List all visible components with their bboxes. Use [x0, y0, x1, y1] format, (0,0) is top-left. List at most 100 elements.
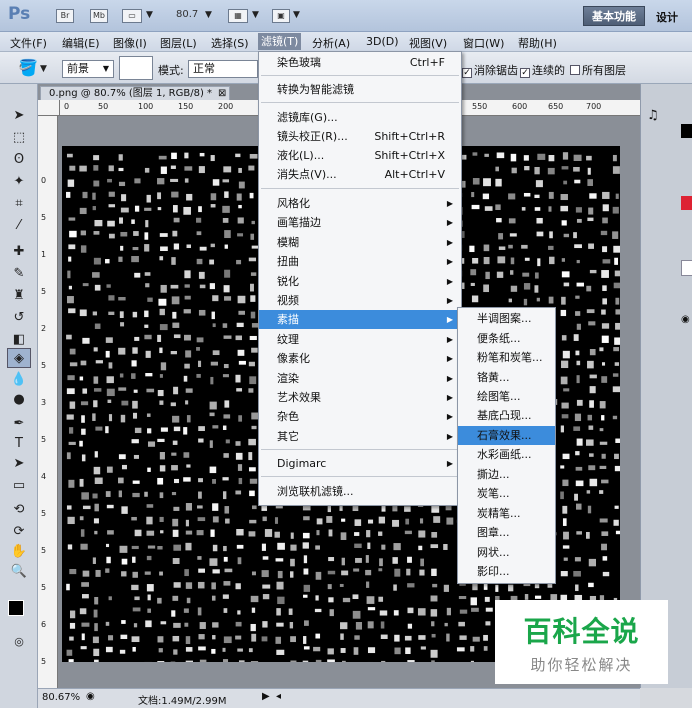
paint-bucket-tool-icon[interactable]: ◈: [7, 348, 31, 368]
submenu-item-chalk-charcoal[interactable]: 粉笔和炭笔...: [458, 348, 555, 367]
move-tool-icon[interactable]: ➤: [7, 106, 31, 126]
close-icon[interactable]: ⊠: [218, 88, 226, 99]
menu-item-digimarc[interactable]: Digimarc ▶: [259, 454, 461, 473]
chevron-down-icon[interactable]: ▼: [40, 64, 47, 74]
menu-edit[interactable]: 编辑(E): [62, 35, 100, 51]
antialias-checkbox[interactable]: ✓ 消除锯齿: [462, 62, 518, 78]
chevron-down-icon[interactable]: ▼: [205, 10, 212, 20]
menu-image[interactable]: 图像(I): [113, 35, 147, 51]
scroll-left-icon[interactable]: ◂: [276, 691, 281, 702]
minibridge-button[interactable]: Mb: [90, 9, 108, 23]
arrange-documents-icon[interactable]: ▦: [228, 9, 248, 23]
menu-item-pixelate[interactable]: 像素化 ▶: [259, 349, 461, 368]
status-zoom[interactable]: 80.67%: [42, 692, 80, 703]
type-tool-icon[interactable]: T: [7, 434, 31, 454]
healing-brush-tool-icon[interactable]: ✚: [7, 242, 31, 262]
status-menu-icon[interactable]: ◉: [86, 691, 95, 702]
pen-tool-icon[interactable]: ✒: [7, 414, 31, 434]
menu-item-last-filter[interactable]: 染色玻璃 Ctrl+F: [259, 53, 461, 72]
menu-item-noise[interactable]: 杂色 ▶: [259, 407, 461, 426]
submenu-item-plaster[interactable]: 石膏效果...: [458, 426, 555, 445]
blur-tool-icon[interactable]: 💧: [7, 370, 31, 390]
3d-orbit-tool-icon[interactable]: ⟳: [7, 522, 31, 542]
submenu-item-water-paper[interactable]: 水彩画纸...: [458, 445, 555, 464]
menu-window[interactable]: 窗口(W): [463, 35, 504, 51]
eraser-tool-icon[interactable]: ◧: [7, 330, 31, 350]
menu-3d[interactable]: 3D(D): [366, 35, 399, 48]
swatches-panel-icon[interactable]: [681, 196, 692, 210]
chevron-down-icon[interactable]: ▼: [146, 10, 153, 20]
ruler-origin[interactable]: [38, 100, 60, 116]
magic-wand-tool-icon[interactable]: ✦: [7, 172, 31, 192]
menu-file[interactable]: 文件(F): [10, 35, 47, 51]
menu-select[interactable]: 选择(S): [211, 35, 249, 51]
menu-view[interactable]: 视图(V): [409, 35, 447, 51]
menu-item-video[interactable]: 视频 ▶: [259, 291, 461, 310]
menu-item-liquify[interactable]: 液化(L)... Shift+Ctrl+X: [259, 146, 461, 165]
foreground-color-swatch[interactable]: [8, 600, 24, 616]
submenu-item-charcoal[interactable]: 炭笔...: [458, 484, 555, 503]
contiguous-checkbox[interactable]: ✓ 连续的: [520, 62, 565, 78]
menu-item-lens-correction[interactable]: 镜头校正(R)... Shift+Ctrl+R: [259, 127, 461, 146]
screen-mode-icon[interactable]: ▣: [272, 9, 290, 23]
menu-item-filter-gallery[interactable]: 滤镜库(G)...: [259, 108, 461, 127]
menu-item-distort[interactable]: 扭曲 ▶: [259, 252, 461, 271]
chevron-down-icon[interactable]: ▼: [293, 10, 300, 20]
hand-tool-icon[interactable]: ✋: [7, 542, 31, 562]
chevron-down-icon[interactable]: ▼: [252, 10, 259, 20]
menu-item-convert-smart-filter[interactable]: 转换为智能滤镜: [259, 80, 461, 99]
zoom-level[interactable]: 80.7: [176, 9, 198, 20]
path-selection-tool-icon[interactable]: ➤: [7, 454, 31, 474]
layers-panel-field[interactable]: [681, 260, 692, 276]
menu-layer[interactable]: 图层(L): [160, 35, 197, 51]
stamp-tool-icon[interactable]: ♜: [7, 286, 31, 306]
blend-mode-select[interactable]: 正常: [188, 60, 258, 78]
submenu-item-conte-crayon[interactable]: 炭精笔...: [458, 504, 555, 523]
menu-analysis[interactable]: 分析(A): [312, 35, 350, 51]
submenu-item-reticulation[interactable]: 网状...: [458, 543, 555, 562]
crop-tool-icon[interactable]: ⌗: [7, 194, 31, 214]
marquee-tool-icon[interactable]: ⬚: [7, 128, 31, 148]
eyedropper-tool-icon[interactable]: ⁄: [7, 216, 31, 236]
submenu-item-torn-edges[interactable]: 撕边...: [458, 465, 555, 484]
view-extras-icon[interactable]: ▭: [122, 9, 142, 23]
menu-item-brush-strokes[interactable]: 画笔描边 ▶: [259, 213, 461, 232]
menu-item-artistic[interactable]: 艺术效果 ▶: [259, 388, 461, 407]
fill-source-select[interactable]: 前景 ▼: [62, 60, 114, 78]
vertical-ruler[interactable]: 051525354555657: [38, 116, 58, 703]
menu-item-other[interactable]: 其它 ▶: [259, 427, 461, 446]
brush-tool-icon[interactable]: ✎: [7, 264, 31, 284]
zoom-tool-icon[interactable]: 🔍: [7, 562, 31, 582]
submenu-item-photocopy[interactable]: 影印...: [458, 562, 555, 581]
menu-item-sketch[interactable]: 素描 ▶: [259, 310, 461, 329]
menu-item-blur[interactable]: 模糊 ▶: [259, 233, 461, 252]
menu-item-render[interactable]: 渲染 ▶: [259, 369, 461, 388]
menu-item-stylize[interactable]: 风格化 ▶: [259, 194, 461, 213]
document-tab[interactable]: 0.png @ 80.7% (图层 1, RGB/8) * ⊠: [40, 86, 230, 100]
history-brush-tool-icon[interactable]: ↺: [7, 308, 31, 328]
submenu-item-stamp[interactable]: 图章...: [458, 523, 555, 542]
eye-icon[interactable]: ◉: [681, 314, 690, 325]
workspace-essentials-button[interactable]: 基本功能: [583, 6, 645, 26]
bridge-button[interactable]: Br: [56, 9, 74, 23]
workspace-design-button[interactable]: 设计: [656, 9, 678, 25]
submenu-item-chrome[interactable]: 铬黄...: [458, 368, 555, 387]
pattern-picker[interactable]: [119, 56, 153, 80]
submenu-item-bas-relief[interactable]: 基底凸现...: [458, 406, 555, 425]
color-panel-swatch[interactable]: [681, 124, 692, 138]
menu-item-sharpen[interactable]: 锐化 ▶: [259, 272, 461, 291]
submenu-item-note-paper[interactable]: 便条纸...: [458, 329, 555, 348]
shape-tool-icon[interactable]: ▭: [7, 476, 31, 496]
history-panel-icon[interactable]: ♫: [647, 108, 659, 123]
dodge-tool-icon[interactable]: ●: [7, 390, 31, 410]
paint-bucket-icon[interactable]: 🪣: [18, 58, 38, 77]
menu-help[interactable]: 帮助(H): [518, 35, 557, 51]
submenu-item-graphic-pen[interactable]: 绘图笔...: [458, 387, 555, 406]
menu-item-browse-filters-online[interactable]: 浏览联机滤镜...: [259, 482, 461, 501]
menu-filter[interactable]: 滤镜(T): [258, 33, 302, 50]
quick-mask-icon[interactable]: ◎: [7, 632, 31, 652]
3d-rotate-tool-icon[interactable]: ⟲: [7, 500, 31, 520]
lasso-tool-icon[interactable]: ʘ: [7, 150, 31, 170]
menu-item-vanishing-point[interactable]: 消失点(V)... Alt+Ctrl+V: [259, 165, 461, 184]
menu-item-texture[interactable]: 纹理 ▶: [259, 330, 461, 349]
